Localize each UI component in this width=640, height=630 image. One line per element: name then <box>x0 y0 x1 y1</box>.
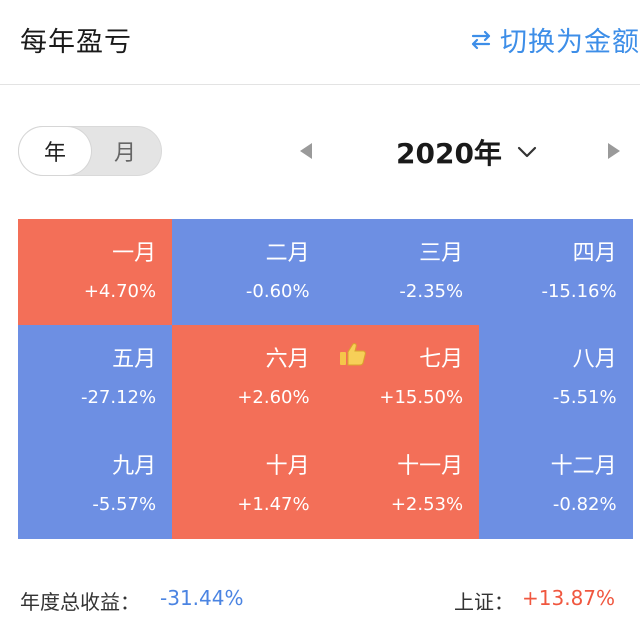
next-year-arrow-icon[interactable] <box>608 143 620 159</box>
month-name: 五月 <box>112 347 157 373</box>
month-return: +2.60% <box>237 387 310 409</box>
month-cell[interactable]: 九月 -5.57% <box>18 431 173 539</box>
switch-label: 切换为金额 <box>500 27 640 58</box>
month-return: -15.16% <box>541 281 617 302</box>
index-value: +13.87% <box>522 586 616 610</box>
month-name: 九月 <box>112 453 157 479</box>
month-cell[interactable]: 三月 -2.35% <box>325 219 480 326</box>
switch-to-amount-button[interactable]: 切换为金额 <box>468 20 640 59</box>
period-toggle[interactable]: 年 月 <box>18 126 162 176</box>
month-cell[interactable]: 六月 +2.60% <box>171 325 326 433</box>
month-return: -2.35% <box>399 281 464 302</box>
month-name: 十一月 <box>397 453 464 479</box>
month-return: +2.53% <box>390 493 464 515</box>
month-return: -0.60% <box>245 281 310 302</box>
monthly-pnl-grid: 一月 +4.70% 二月 -0.60% 三月 -2.35% 四月 -15.16% 五月 -27.1… <box>18 219 633 539</box>
month-name: 十二月 <box>550 453 617 479</box>
month-cell[interactable]: 五月 -27.12% <box>18 325 173 433</box>
annual-return-label: 年度总收益： <box>20 590 140 614</box>
month-cell[interactable]: 四月 -15.16% <box>478 219 633 326</box>
month-return: +1.47% <box>237 493 310 515</box>
swap-icon <box>471 30 491 49</box>
month-name: 三月 <box>419 241 464 266</box>
month-cell[interactable]: 十一月 +2.53% <box>325 431 480 539</box>
month-name: 四月 <box>572 241 617 266</box>
month-name: 七月 <box>419 347 464 373</box>
month-cell[interactable]: 八月 -5.51% <box>478 325 633 433</box>
month-name: 一月 <box>112 241 157 266</box>
month-return: -5.51% <box>552 387 617 409</box>
month-cell[interactable]: 十月 +1.47% <box>171 431 326 539</box>
month-name: 十月 <box>265 453 310 479</box>
toggle-month[interactable]: 月 <box>89 127 161 175</box>
annual-return-value: -31.44% <box>160 586 244 610</box>
month-cell[interactable]: 七月 +15.50% <box>325 325 480 433</box>
month-return: -27.12% <box>80 387 157 409</box>
month-cell[interactable]: 一月 +4.70% <box>18 219 173 326</box>
year-value: 2020年 <box>396 137 502 170</box>
month-cell[interactable]: 二月 -0.60% <box>171 219 326 326</box>
year-dropdown[interactable]: 2020年 <box>396 132 538 172</box>
month-return: +15.50% <box>379 387 464 409</box>
top-bar: 每年盈亏 切换为金额 <box>0 0 640 85</box>
prev-year-arrow-icon[interactable] <box>300 143 312 159</box>
month-return: -0.82% <box>552 493 617 515</box>
month-name: 八月 <box>572 347 617 373</box>
summary-bar: 年度总收益： -31.44% 上证： +13.87% <box>0 586 640 618</box>
chevron-down-icon <box>517 146 537 158</box>
month-name: 六月 <box>265 347 310 373</box>
thumbs-up-icon <box>340 343 366 366</box>
month-return: +4.70% <box>83 281 157 302</box>
month-cell[interactable]: 十二月 -0.82% <box>478 431 633 539</box>
month-return: -5.57% <box>92 493 157 515</box>
toggle-year[interactable]: 年 <box>19 127 91 175</box>
page-title: 每年盈亏 <box>20 27 132 58</box>
month-name: 二月 <box>265 241 310 266</box>
index-label: 上证： <box>454 590 514 614</box>
